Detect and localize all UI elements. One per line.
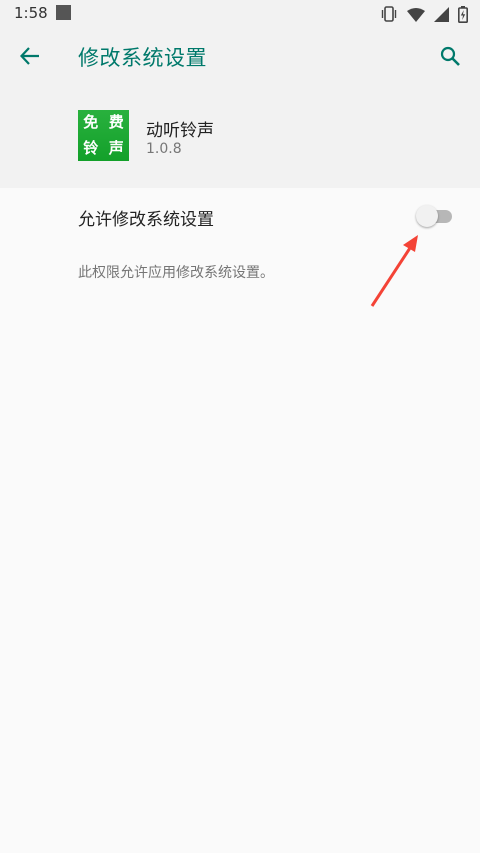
status-time: 1:58 <box>14 4 48 22</box>
app-icon-char: 费 <box>108 113 124 132</box>
wifi-icon <box>407 7 425 22</box>
signal-icon <box>434 6 449 22</box>
notification-square-icon <box>56 5 71 20</box>
app-name: 动听铃声 <box>146 121 214 141</box>
app-header <box>0 84 480 188</box>
status-bar: 1:58 <box>0 0 480 28</box>
setting-description: 此权限允许应用修改系统设置。 <box>78 265 274 281</box>
app-icon-char: 免 <box>83 113 99 132</box>
search-button[interactable] <box>432 38 468 74</box>
allow-modify-settings-toggle[interactable] <box>414 205 454 227</box>
toggle-thumb <box>416 205 438 227</box>
app-icon-char: 铃 <box>83 138 99 157</box>
search-icon <box>440 46 460 66</box>
arrow-left-icon <box>20 47 39 65</box>
back-button[interactable] <box>12 38 48 74</box>
app-version: 1.0.8 <box>146 141 182 157</box>
allow-modify-settings-row[interactable]: 允许修改系统设置 <box>0 188 480 244</box>
page-title: 修改系统设置 <box>78 46 207 70</box>
app-icon-char: 声 <box>108 138 124 157</box>
setting-label: 允许修改系统设置 <box>78 210 214 230</box>
vibrate-icon <box>381 6 397 22</box>
battery-charging-icon <box>458 5 468 23</box>
status-icons <box>380 4 468 24</box>
app-bar: 修改系统设置 <box>0 28 480 84</box>
app-icon: 免 费 铃 声 <box>78 110 129 161</box>
